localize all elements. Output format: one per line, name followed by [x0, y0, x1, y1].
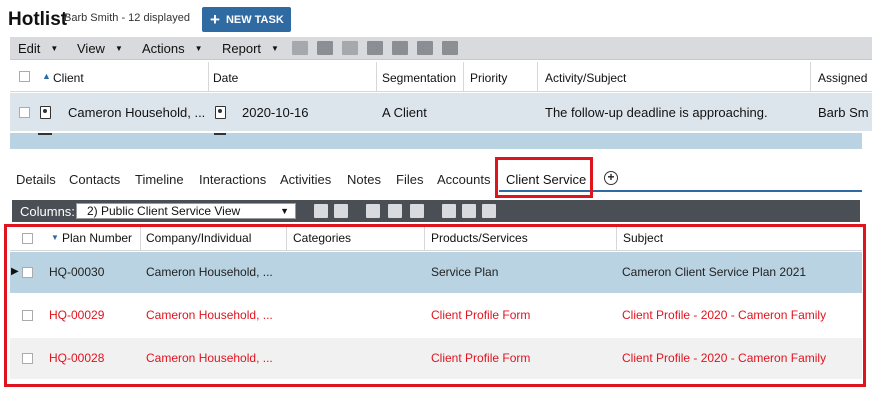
column-header-priority[interactable]: Priority — [470, 71, 507, 85]
view-menu-label: View — [77, 41, 105, 56]
column-divider — [810, 62, 811, 92]
column-header-segmentation[interactable]: Segmentation — [382, 71, 456, 85]
chevron-down-icon: ▼ — [50, 44, 59, 53]
row-assigned: Barb Sm — [818, 105, 869, 120]
word-export-icon[interactable] — [392, 41, 408, 55]
column-divider — [376, 62, 377, 92]
tab-highlight-box — [495, 157, 593, 198]
service-toolbar: Columns: 2) Public Client Service View ▼ — [12, 200, 860, 222]
edit-menu-label: Edit — [18, 41, 41, 56]
tab-contacts[interactable]: Contacts — [69, 172, 120, 187]
plus-icon: + — [210, 10, 220, 29]
report-card-icon[interactable] — [342, 41, 358, 55]
detail-tabs: Details Contacts Timeline Interactions A… — [0, 160, 872, 194]
row-checkbox[interactable] — [19, 107, 30, 118]
chevron-down-icon: ▼ — [271, 44, 279, 53]
columns-label: Columns: — [20, 204, 75, 219]
edit-icon[interactable] — [366, 204, 380, 218]
tab-files[interactable]: Files — [396, 172, 423, 187]
row-segmentation: A Client — [382, 105, 427, 120]
contact-card-icon — [40, 106, 51, 119]
add-tab-icon[interactable]: + — [604, 171, 618, 185]
merge-icon[interactable] — [367, 41, 383, 55]
excel-export-icon[interactable] — [462, 204, 476, 218]
column-header-date[interactable]: Date — [213, 71, 238, 85]
column-divider — [537, 62, 538, 92]
page-title: Hotlist — [8, 9, 68, 30]
row-activity: The follow-up deadline is approaching. — [545, 105, 768, 120]
page-subtitle: Barb Smith - 12 displayed — [64, 12, 190, 24]
report-icon[interactable] — [292, 41, 308, 55]
row-marker — [38, 133, 52, 135]
contact-card-icon[interactable] — [317, 41, 333, 55]
outlook-export-icon[interactable] — [442, 41, 458, 55]
chevron-down-icon: ▼ — [194, 44, 203, 53]
tab-accounts[interactable]: Accounts — [437, 172, 490, 187]
tab-activities[interactable]: Activities — [280, 172, 331, 187]
page-header: Hotlist Barb Smith - 12 displayed + NEW … — [0, 0, 872, 36]
contact-card-icon — [215, 106, 226, 119]
report-menu-label: Report — [222, 41, 262, 56]
column-header-client[interactable]: Client — [53, 71, 84, 85]
actions-menu-label: Actions — [142, 41, 185, 56]
column-header-assigned[interactable]: Assigned — [818, 71, 867, 85]
tab-interactions[interactable]: Interactions — [199, 172, 266, 187]
mass-update-icon[interactable] — [410, 204, 424, 218]
select-all-checkbox[interactable] — [19, 71, 30, 82]
hotlist-row-partial[interactable] — [10, 133, 862, 149]
excel-export-icon[interactable] — [417, 41, 433, 55]
view-menu[interactable]: View ▼ — [77, 41, 123, 56]
edit-all-icon[interactable] — [388, 204, 402, 218]
row-date: 2020-10-16 — [242, 105, 309, 120]
tab-details[interactable]: Details — [16, 172, 56, 187]
image-export-icon[interactable] — [442, 204, 456, 218]
column-divider — [208, 62, 209, 92]
sort-up-icon: ▲ — [42, 71, 51, 81]
service-grid-highlight-box — [4, 224, 866, 387]
report-menu[interactable]: Report ▼ — [222, 41, 279, 56]
chevron-down-icon: ▼ — [280, 206, 289, 216]
edit-menu[interactable]: Edit ▼ — [18, 41, 58, 56]
row-marker — [214, 133, 226, 135]
hotlist-grid-header: ▲ Client Date Segmentation Priority Acti… — [10, 62, 872, 92]
outlook-export-icon[interactable] — [482, 204, 496, 218]
new-record-icon[interactable] — [314, 204, 328, 218]
tab-timeline[interactable]: Timeline — [135, 172, 184, 187]
hotlist-row[interactable]: Cameron Household, ... 2020-10-16 A Clie… — [10, 93, 872, 131]
column-header-activity[interactable]: Activity/Subject — [545, 71, 626, 85]
delete-icon[interactable] — [334, 204, 348, 218]
view-select[interactable]: 2) Public Client Service View ▼ — [76, 203, 296, 219]
main-toolbar: Edit ▼ View ▼ Actions ▼ Report ▼ — [10, 37, 872, 60]
view-select-value: 2) Public Client Service View — [87, 204, 241, 218]
new-task-label: NEW TASK — [225, 13, 284, 26]
actions-menu[interactable]: Actions ▼ — [142, 41, 203, 56]
tab-notes[interactable]: Notes — [347, 172, 381, 187]
column-divider — [463, 62, 464, 92]
chevron-down-icon: ▼ — [114, 44, 123, 53]
row-client[interactable]: Cameron Household, ... — [68, 105, 205, 120]
new-task-button[interactable]: + NEW TASK — [202, 7, 291, 32]
